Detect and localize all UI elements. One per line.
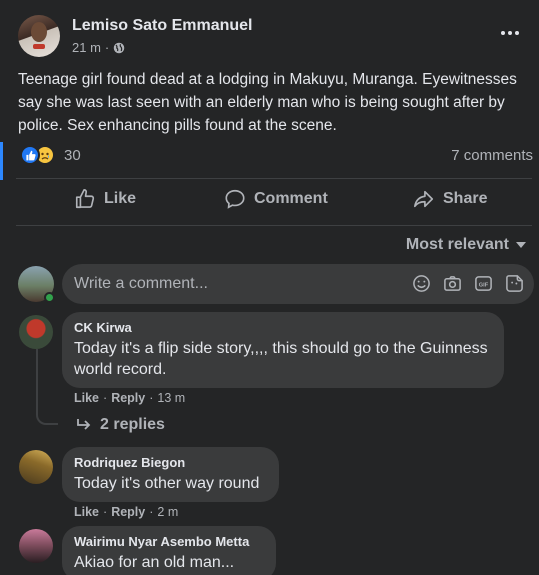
share-label: Share bbox=[443, 190, 488, 207]
commenter-avatar[interactable] bbox=[19, 315, 53, 349]
comment-label: Comment bbox=[254, 190, 328, 207]
more-options-icon[interactable] bbox=[501, 26, 523, 40]
emoji-icon[interactable] bbox=[412, 274, 431, 293]
reply-arrow-icon bbox=[77, 419, 91, 430]
camera-icon[interactable] bbox=[443, 274, 462, 293]
post-text: Teenage girl found dead at a lodging in … bbox=[18, 71, 517, 134]
comment-button[interactable]: Comment bbox=[224, 188, 328, 210]
commenter-avatar[interactable] bbox=[19, 450, 53, 484]
comment-text: Today it's other way round bbox=[74, 475, 260, 492]
comment-composer[interactable]: GIF bbox=[62, 264, 534, 304]
share-button[interactable]: Share bbox=[413, 188, 487, 210]
post-meta: 21 m · bbox=[72, 40, 125, 55]
gif-icon[interactable]: GIF bbox=[474, 274, 493, 293]
comment-reply-link[interactable]: Reply bbox=[111, 391, 145, 405]
comment-text: Akiao for an old man... bbox=[74, 554, 235, 571]
current-user-avatar[interactable] bbox=[18, 266, 55, 303]
reactions-summary[interactable]: 30 bbox=[20, 145, 81, 165]
like-button[interactable]: Like bbox=[74, 188, 136, 210]
commenter-avatar[interactable] bbox=[19, 529, 53, 563]
author-avatar[interactable] bbox=[18, 15, 60, 57]
thread-connector bbox=[36, 349, 58, 425]
view-replies-button[interactable]: 2 replies bbox=[76, 416, 165, 434]
thumbs-up-icon bbox=[75, 189, 95, 209]
like-reaction-icon bbox=[20, 145, 40, 165]
sort-label: Most relevant bbox=[405, 236, 509, 253]
caret-down-icon bbox=[516, 242, 526, 248]
commenter-name[interactable]: CK Kirwa bbox=[74, 320, 492, 335]
comment-actions: Like · Reply · 2 m bbox=[74, 505, 179, 519]
comment-like-link[interactable]: Like bbox=[74, 391, 99, 405]
comment-bubble: Rodriquez Biegon Today it's other way ro… bbox=[62, 447, 279, 502]
comment-input[interactable] bbox=[74, 275, 404, 293]
divider bbox=[16, 225, 532, 226]
reaction-count: 30 bbox=[64, 146, 81, 164]
comment-bubble: CK Kirwa Today it's a flip side story,,,… bbox=[62, 312, 504, 388]
comment-time[interactable]: 2 m bbox=[157, 505, 178, 519]
comment-count[interactable]: 7 comments bbox=[451, 147, 533, 164]
post-card: Lemiso Sato Emmanuel 21 m · Teenage girl… bbox=[0, 0, 539, 575]
focus-indicator bbox=[0, 142, 3, 180]
author-name[interactable]: Lemiso Sato Emmanuel bbox=[72, 17, 253, 35]
comment-time[interactable]: 13 m bbox=[157, 391, 185, 405]
post-time[interactable]: 21 m bbox=[72, 40, 101, 55]
divider bbox=[16, 178, 532, 179]
online-status-dot bbox=[44, 292, 55, 303]
sort-dropdown[interactable]: Most relevant bbox=[406, 236, 527, 254]
speech-bubble-icon bbox=[225, 189, 245, 209]
comment-actions: Like · Reply · 13 m bbox=[74, 391, 186, 405]
comment-bubble: Wairimu Nyar Asembo Metta Akiao for an o… bbox=[62, 526, 276, 575]
comment-like-link[interactable]: Like bbox=[74, 505, 99, 519]
share-arrow-icon bbox=[414, 190, 434, 208]
svg-text:GIF: GIF bbox=[479, 282, 489, 288]
sticker-icon[interactable] bbox=[505, 274, 524, 293]
comment-text: Today it's a flip side story,,,, this sh… bbox=[74, 340, 488, 378]
replies-label: 2 replies bbox=[100, 416, 165, 433]
comment-reply-link[interactable]: Reply bbox=[111, 505, 145, 519]
like-label: Like bbox=[104, 190, 137, 207]
globe-icon bbox=[114, 42, 125, 53]
commenter-name[interactable]: Rodriquez Biegon bbox=[74, 455, 267, 470]
commenter-name[interactable]: Wairimu Nyar Asembo Metta bbox=[74, 534, 264, 549]
